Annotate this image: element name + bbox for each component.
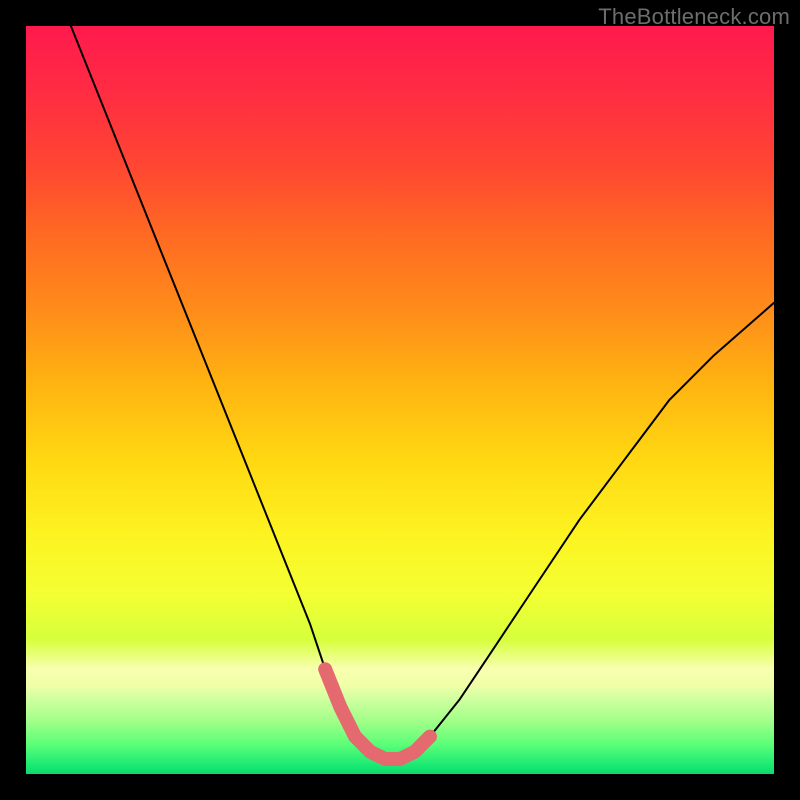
chart-svg: [26, 26, 774, 774]
watermark-text: TheBottleneck.com: [598, 4, 790, 30]
optimal-zone-highlight: [325, 669, 430, 759]
bottleneck-curve: [71, 26, 774, 759]
chart-frame: TheBottleneck.com: [0, 0, 800, 800]
plot-area: [26, 26, 774, 774]
